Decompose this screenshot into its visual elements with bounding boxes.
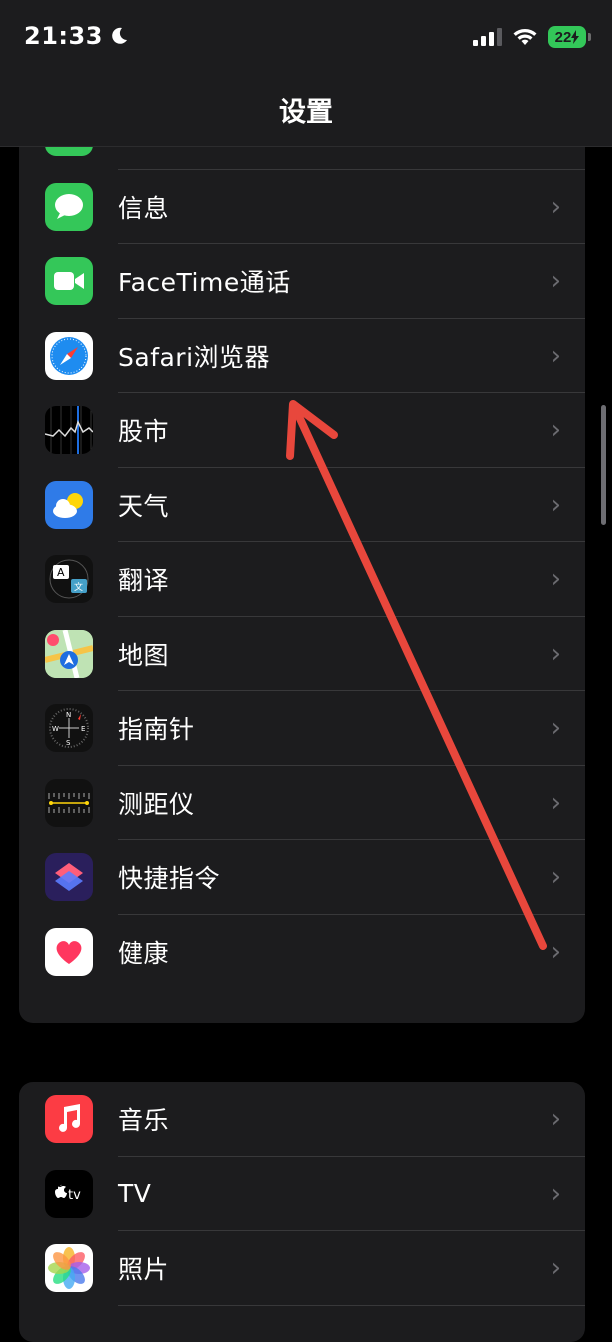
row-separator <box>118 1304 585 1306</box>
top-bar: 21:33 22 设置 <box>0 0 612 147</box>
maps-icon <box>45 629 93 678</box>
chevron-right-icon: › <box>550 489 561 520</box>
measure-icon <box>45 778 93 827</box>
settings-row[interactable]: tv TV › <box>19 1157 585 1231</box>
settings-row-label: Safari浏览器 <box>118 342 271 372</box>
time-text: 21:33 <box>24 22 103 50</box>
settings-row[interactable]: 地图 › <box>19 617 585 691</box>
chevron-right-icon: › <box>550 564 561 595</box>
settings-row[interactable]: 健康 › <box>19 915 585 990</box>
weather-icon <box>45 480 93 529</box>
settings-row-label: 音乐 <box>118 1106 170 1136</box>
settings-row-label: TV <box>118 1179 152 1209</box>
svg-text:W: W <box>52 725 59 733</box>
svg-text:S: S <box>66 739 71 747</box>
chevron-right-icon: › <box>550 1253 561 1284</box>
status-time: 21:33 <box>24 22 129 50</box>
wifi-icon <box>513 29 537 45</box>
stocks-icon <box>45 406 93 455</box>
chevron-right-icon: › <box>550 191 561 222</box>
settings-row-label: FaceTime通话 <box>118 268 291 298</box>
settings-row-label: 翻译 <box>118 566 170 596</box>
cellular-signal-icon <box>473 28 502 46</box>
chevron-right-icon: › <box>550 713 561 744</box>
tv-icon: tv <box>45 1169 93 1218</box>
settings-row[interactable]: 照片 › <box>19 1231 585 1306</box>
settings-row-label: 天气 <box>118 491 170 521</box>
battery-level: 22 <box>554 28 572 46</box>
settings-row-label: 指南针 <box>118 715 195 745</box>
settings-row-label: 健康 <box>118 938 170 968</box>
svg-text:A: A <box>57 566 65 579</box>
settings-row[interactable]: 股市 › <box>19 393 585 468</box>
svg-text:tv: tv <box>68 1188 81 1203</box>
battery-indicator: 22 <box>548 26 591 48</box>
chevron-right-icon: › <box>550 1104 561 1135</box>
chevron-right-icon: › <box>550 638 561 669</box>
settings-row-label: 照片 <box>118 1255 170 1285</box>
settings-group-media: 音乐 › tv TV › 照片 › <box>19 1082 585 1342</box>
page-title: 设置 <box>279 97 333 128</box>
settings-row-label: 信息 <box>118 193 170 223</box>
settings-row[interactable]: 音乐 › <box>19 1082 585 1157</box>
chevron-right-icon: › <box>550 340 561 371</box>
settings-row[interactable]: A 文翻译 › <box>19 542 585 617</box>
chevron-right-icon: › <box>550 862 561 893</box>
safari-icon <box>45 331 93 380</box>
scrollbar[interactable] <box>601 405 606 525</box>
settings-row[interactable]: 信息 › <box>19 170 585 244</box>
compass-icon: N SW E <box>45 704 93 753</box>
chevron-right-icon: › <box>550 266 561 297</box>
settings-row[interactable]: Safari浏览器 › <box>19 319 585 393</box>
messages-icon <box>45 182 93 231</box>
settings-row-label: 股市 <box>118 417 170 447</box>
settings-row[interactable]: 测距仪 › <box>19 766 585 840</box>
svg-text:E: E <box>81 725 85 733</box>
music-icon <box>45 1095 93 1144</box>
moon-icon <box>112 27 127 44</box>
settings-row[interactable]: 快捷指令 › <box>19 840 585 915</box>
charging-bolt-icon <box>571 30 580 44</box>
facetime-icon <box>45 257 93 306</box>
settings-row-label: 地图 <box>118 640 170 670</box>
chevron-right-icon: › <box>550 415 561 446</box>
svg-text:N: N <box>66 711 71 719</box>
settings-row[interactable]: 天气 › <box>19 468 585 542</box>
chevron-right-icon: › <box>550 1178 561 1209</box>
settings-row-label: 快捷指令 <box>118 864 221 894</box>
chevron-right-icon: › <box>550 787 561 818</box>
svg-text:文: 文 <box>74 581 83 593</box>
health-icon <box>45 927 93 976</box>
photos-icon <box>45 1244 93 1293</box>
status-indicators: 22 <box>473 26 591 48</box>
settings-row[interactable]: N S W E 指南针 › <box>19 691 585 766</box>
settings-group-apps: 电话›信息›FaceTime通话›Safari浏览器›股市›天气›A文翻译›地图… <box>19 132 585 1023</box>
chevron-right-icon: › <box>550 936 561 967</box>
shortcuts-icon <box>45 853 93 902</box>
settings-row-label: 测距仪 <box>118 789 195 819</box>
translate-icon: A文 <box>45 555 93 604</box>
settings-row[interactable]: FaceTime通话 › <box>19 244 585 319</box>
